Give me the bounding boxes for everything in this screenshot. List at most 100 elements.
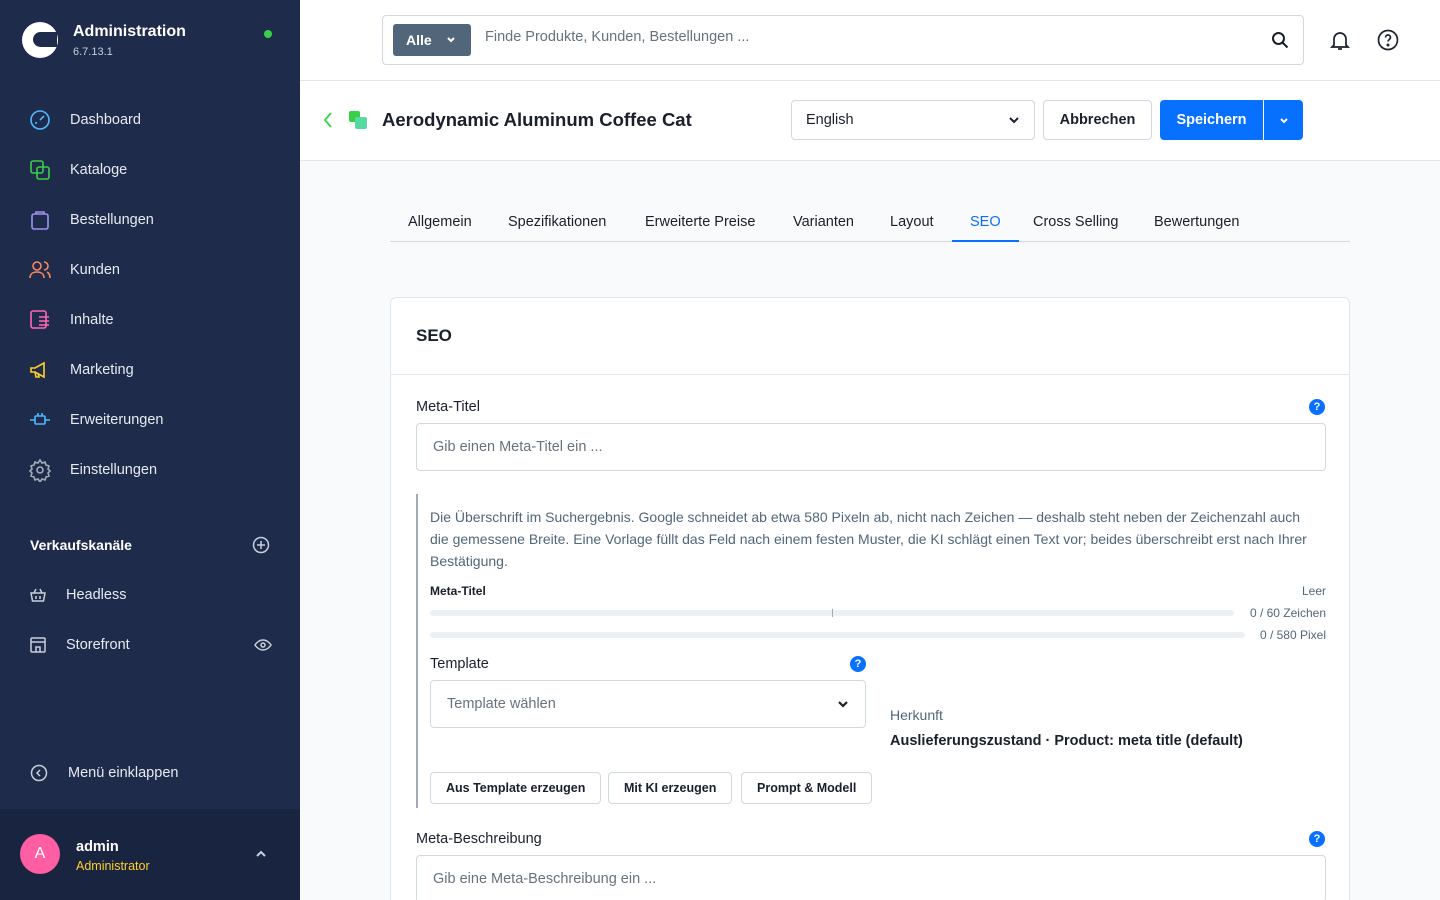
template-select[interactable]: Template wählen — [430, 680, 866, 728]
char-count: 0 / 60 Zeichen — [1249, 606, 1326, 620]
meta-description-label: Meta-Beschreibung — [416, 831, 542, 847]
pixel-count: 0 / 580 Pixel — [1259, 628, 1326, 642]
sidebar-item-label: Kunden — [70, 262, 120, 278]
template-label: Template — [430, 656, 489, 672]
prompt-model-button[interactable]: Prompt & Modell — [741, 772, 873, 804]
online-status-dot — [264, 30, 272, 38]
main-nav: Dashboard Kataloge Bestellungen Kunden I… — [0, 95, 300, 495]
meta-description-input[interactable] — [416, 855, 1326, 900]
chevron-down-icon — [1279, 117, 1288, 123]
avatar: A — [20, 834, 60, 874]
meta-title-label: Meta-Titel — [416, 399, 480, 415]
collapse-menu-button[interactable]: Menü einklappen — [30, 764, 178, 782]
sidebar-item-extensions[interactable]: Erweiterungen — [0, 395, 300, 445]
page-title: Aerodynamic Aluminum Coffee Cat — [382, 109, 692, 130]
card-title: SEO — [416, 326, 452, 345]
sidebar-item-label: Marketing — [70, 362, 134, 378]
bell-icon[interactable] — [1328, 28, 1352, 52]
sales-channel-headless[interactable]: Headless — [28, 583, 272, 607]
global-search: Alle — [382, 15, 1304, 65]
product-icon — [349, 111, 367, 129]
card-header: SEO — [391, 298, 1349, 375]
tab-bar: Allgemein Spezifikationen Erweiterte Pre… — [390, 206, 1350, 242]
pixel-meter-bar — [430, 632, 1245, 638]
sidebar-item-orders[interactable]: Bestellungen — [0, 195, 300, 245]
user-role: Administrator — [76, 859, 150, 873]
tab-cross-selling[interactable]: Cross Selling — [1015, 206, 1136, 242]
app-title: Administration — [73, 23, 186, 40]
chevron-left-circle-icon — [30, 764, 48, 782]
dashboard-icon — [30, 110, 50, 130]
search-type-label: Alle — [406, 32, 432, 48]
chevron-down-icon — [1009, 117, 1019, 124]
origin-value: Auslieferungszustand · Product: meta tit… — [890, 733, 1243, 749]
help-circle-icon[interactable] — [1376, 28, 1400, 52]
sidebar-item-label: Inhalte — [70, 312, 114, 328]
content-icon — [30, 310, 49, 329]
tab-reviews[interactable]: Bewertungen — [1136, 206, 1257, 242]
help-icon[interactable]: ? — [1309, 399, 1325, 415]
user-panel[interactable]: A admin Administrator — [0, 809, 300, 900]
tab-advanced-prices[interactable]: Erweiterte Preise — [627, 206, 773, 242]
sales-channel-label: Headless — [66, 587, 127, 603]
sidebar-item-label: Bestellungen — [70, 212, 154, 228]
users-icon — [29, 261, 51, 279]
sidebar-item-label: Dashboard — [70, 112, 141, 128]
tab-variants[interactable]: Varianten — [775, 206, 872, 242]
sidebar-item-settings[interactable]: Einstellungen — [0, 445, 300, 495]
chevron-up-icon[interactable] — [254, 849, 268, 859]
sidebar-item-marketing[interactable]: Marketing — [0, 345, 300, 395]
basket-icon — [30, 588, 46, 602]
sidebar-item-catalog[interactable]: Kataloge — [0, 145, 300, 195]
chevron-down-icon — [446, 37, 455, 43]
storefront-icon — [30, 637, 46, 653]
megaphone-icon — [30, 361, 45, 379]
shopware-logo-icon — [22, 22, 58, 58]
tab-general[interactable]: Allgemein — [390, 206, 490, 242]
cancel-button[interactable]: Abbrechen — [1043, 100, 1152, 140]
help-icon[interactable]: ? — [850, 656, 866, 672]
char-meter-limit-tick — [832, 609, 833, 617]
save-button[interactable]: Speichern — [1160, 100, 1263, 140]
sales-channel-storefront[interactable]: Storefront — [28, 633, 272, 657]
gear-icon — [28, 458, 52, 482]
language-select[interactable]: English — [791, 100, 1035, 140]
sidebar: Administration 6.7.13.1 Dashboard Katalo… — [0, 0, 300, 900]
generate-with-ai-button[interactable]: Mit KI erzeugen — [608, 772, 733, 804]
meta-title-input[interactable] — [416, 423, 1326, 471]
sidebar-item-dashboard[interactable]: Dashboard — [0, 95, 300, 145]
save-options-button[interactable] — [1264, 100, 1303, 140]
char-meter-bar — [430, 609, 1234, 617]
search-input[interactable] — [485, 29, 1245, 45]
language-select-value: English — [806, 112, 854, 128]
tab-layout[interactable]: Layout — [872, 206, 952, 242]
sales-channel-label: Storefront — [66, 637, 130, 653]
tab-specifications[interactable]: Spezifikationen — [490, 206, 624, 242]
generate-from-template-button[interactable]: Aus Template erzeugen — [430, 772, 602, 804]
sidebar-item-content[interactable]: Inhalte — [0, 295, 300, 345]
sidebar-item-label: Kataloge — [70, 162, 128, 178]
app-version: 6.7.13.1 — [73, 46, 113, 58]
chevron-left-icon[interactable] — [322, 111, 334, 129]
sales-channels-title: Verkaufskanäle — [30, 537, 132, 553]
plug-icon — [30, 413, 50, 425]
meta-title-assistant: Die Überschrift im Suchergebnis. Google … — [416, 494, 1326, 808]
meter-label: Meta-Titel — [430, 584, 486, 598]
brand: Administration 6.7.13.1 — [22, 22, 186, 58]
search-icon[interactable] — [1271, 31, 1289, 49]
search-type-dropdown[interactable]: Alle — [393, 24, 471, 56]
seo-card: SEO Meta-Titel ? Die Überschrift im Such… — [390, 297, 1350, 900]
collapse-menu-label: Menü einklappen — [68, 765, 179, 781]
tab-seo[interactable]: SEO — [952, 206, 1019, 242]
smart-bar: Aerodynamic Aluminum Coffee Cat English … — [300, 81, 1440, 161]
meta-title-description: Die Überschrift im Suchergebnis. Google … — [430, 509, 1307, 569]
sidebar-item-label: Einstellungen — [70, 462, 158, 478]
sidebar-item-customers[interactable]: Kunden — [0, 245, 300, 295]
help-icon[interactable]: ? — [1309, 831, 1325, 847]
shopping-bag-icon — [31, 211, 49, 230]
user-name: admin — [76, 839, 119, 855]
topbar: Alle — [300, 0, 1440, 81]
eye-icon[interactable] — [254, 636, 272, 654]
sales-channels-header: Verkaufskanäle — [30, 536, 270, 554]
add-circle-icon[interactable] — [252, 536, 270, 554]
